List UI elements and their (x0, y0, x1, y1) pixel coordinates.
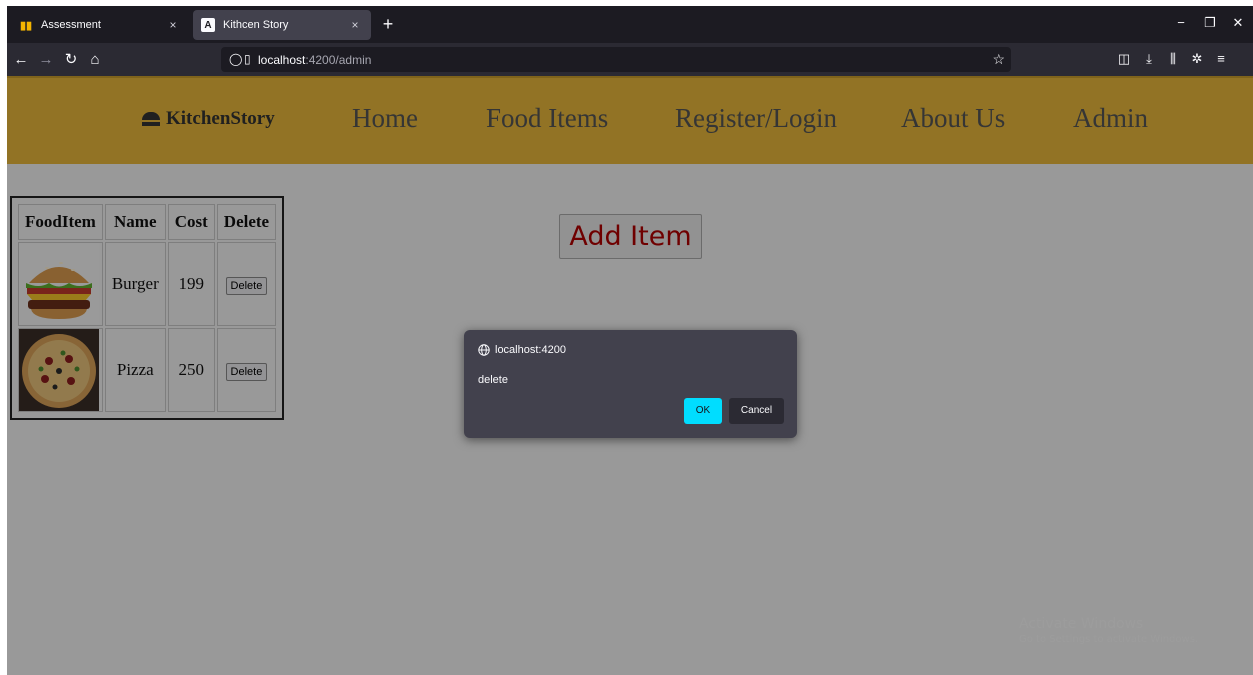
minimize-icon[interactable]: − (1171, 15, 1191, 30)
tab-assessment[interactable]: ▮▮ Assessment × (11, 10, 189, 40)
close-icon[interactable]: × (165, 18, 181, 32)
confirm-dialog: localhost:4200 delete OK Cancel (464, 330, 797, 438)
tab-title: Kithcen Story (223, 19, 289, 31)
tab-title: Assessment (41, 19, 101, 31)
tab-kitchen-story[interactable]: A Kithcen Story × (193, 10, 371, 40)
url-bar[interactable]: ◯ ▯ localhost:4200/admin ☆ (221, 47, 1011, 72)
window-close-icon[interactable]: ✕ (1228, 15, 1248, 31)
back-icon[interactable]: ← (12, 51, 30, 69)
extensions-icon[interactable]: ✲ (1188, 51, 1206, 67)
reload-icon[interactable]: ↻ (62, 51, 80, 69)
shield-icon: ◯ (229, 52, 243, 66)
assessment-icon: ▮▮ (19, 19, 33, 32)
restore-icon[interactable]: ❐ (1200, 15, 1220, 31)
cancel-button[interactable]: Cancel (729, 398, 784, 424)
navigation-toolbar: ← → ↻ ⌂ ◯ ▯ localhost:4200/admin ☆ ◫ ⤓ ⫼… (7, 43, 1253, 76)
bookmark-star-icon[interactable]: ☆ (992, 51, 1005, 68)
url-path: :4200/admin (305, 53, 372, 67)
url-text: localhost:4200/admin (258, 53, 371, 67)
dialog-message: delete (478, 374, 508, 386)
angular-icon: A (201, 18, 215, 32)
forward-icon[interactable]: → (37, 51, 55, 69)
browser-window: ▮▮ Assessment × A Kithcen Story × + − ❐ … (7, 6, 1253, 675)
dialog-origin: localhost:4200 (478, 344, 566, 356)
new-tab-button[interactable]: + (377, 14, 399, 35)
dialog-origin-text: localhost:4200 (495, 344, 566, 356)
page-icon: ▯ (244, 52, 251, 66)
page-viewport: KitchenStory Home Food Items Register/Lo… (7, 76, 1253, 675)
url-host: localhost (258, 53, 306, 67)
pocket-icon[interactable]: ◫ (1115, 51, 1133, 67)
globe-icon (478, 344, 490, 356)
home-icon[interactable]: ⌂ (86, 51, 104, 69)
library-icon[interactable]: ⫼ (1164, 51, 1182, 67)
tab-bar: ▮▮ Assessment × A Kithcen Story × + − ❐ … (7, 6, 1253, 43)
ok-button[interactable]: OK (684, 398, 722, 424)
close-icon[interactable]: × (347, 18, 363, 32)
downloads-icon[interactable]: ⤓ (1140, 51, 1158, 67)
menu-icon[interactable]: ≡ (1212, 51, 1230, 66)
